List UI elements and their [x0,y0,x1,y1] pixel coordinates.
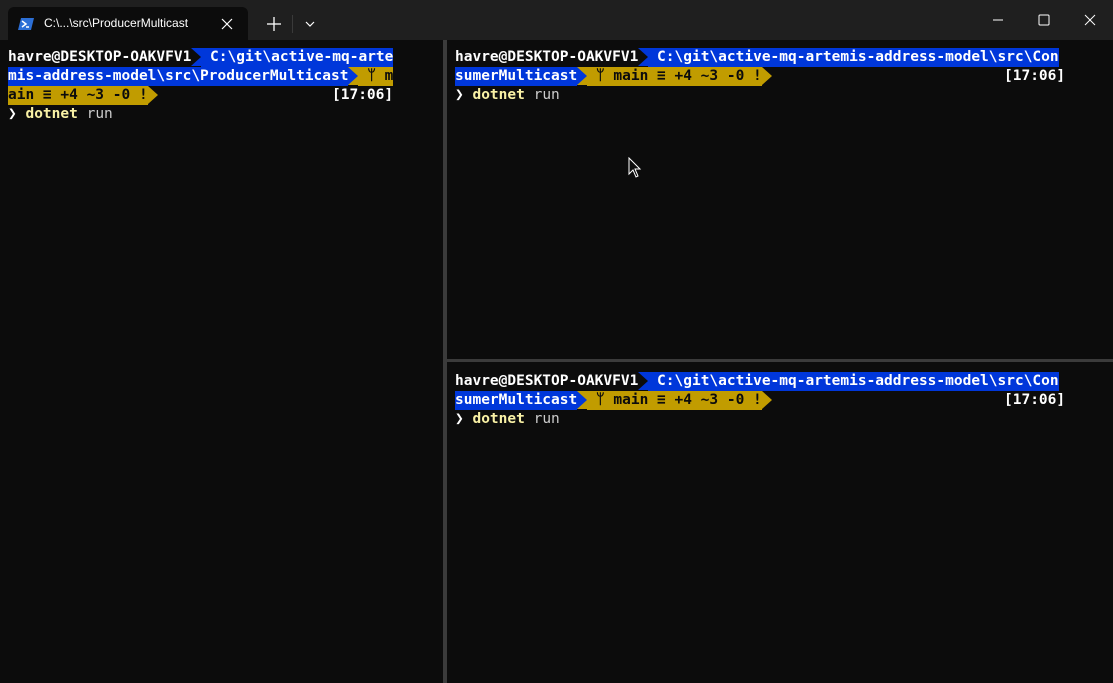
title-bar: C:\...\src\ProducerMulticast [0,0,1113,40]
prompt-git-branch: ᛘ m [358,67,394,86]
segment-separator [761,391,772,409]
prompt-line: havre@DESKTOP-OAKVFV1 C:\git\active-mq-a… [8,48,394,67]
close-window-icon[interactable] [1078,8,1102,32]
segment-separator [577,391,588,409]
tab-separator [292,15,293,33]
command-name: dotnet [472,87,525,103]
segment-separator [191,48,202,66]
prompt-user: havre@DESKTOP-OAKVFV1 [455,49,639,65]
command-line: ❯ dotnet run [455,410,560,429]
prompt-chevron: ❯ [8,106,17,122]
prompt-path: C:\git\active-mq-arte [201,48,394,67]
prompt-user: havre@DESKTOP-OAKVFV1 [455,373,639,389]
minimize-icon[interactable] [986,8,1010,32]
prompt-line: ain ≡ +4 ~3 -0 ! [8,86,158,105]
command-line: ❯ dotnet run [8,105,113,124]
segment-separator [638,48,649,66]
segment-separator [577,67,588,85]
close-tab-icon[interactable] [218,15,236,33]
prompt-line: havre@DESKTOP-OAKVFV1 C:\git\active-mq-a… [455,48,1059,67]
terminal-pane-consumer-1[interactable]: havre@DESKTOP-OAKVFV1 C:\git\active-mq-a… [447,40,1113,359]
prompt-git-status: ᛘ main ≡ +4 ~3 -0 ! [587,391,762,410]
tab-title: C:\...\src\ProducerMulticast [44,16,189,30]
prompt-chevron: ❯ [455,411,464,427]
segment-separator [348,67,359,85]
prompt-path-continued: sumerMulticast [455,391,578,410]
prompt-line: havre@DESKTOP-OAKVFV1 C:\git\active-mq-a… [455,372,1059,391]
maximize-icon[interactable] [1032,8,1056,32]
prompt-time: [17:06] [1004,68,1066,84]
command-argument: run [533,87,560,103]
prompt-path: C:\git\active-mq-artemis-address-model\s… [648,372,1059,391]
chevron-down-icon[interactable] [300,14,320,34]
prompt-path: C:\git\active-mq-artemis-address-model\s… [648,48,1059,67]
terminal-pane-consumer-2[interactable]: havre@DESKTOP-OAKVFV1 C:\git\active-mq-a… [447,362,1113,683]
prompt-line: sumerMulticast ᛘ main ≡ +4 ~3 -0 ! [455,391,772,410]
segment-separator [638,372,649,390]
prompt-git-status: ain ≡ +4 ~3 -0 ! [8,86,148,105]
mouse-cursor-icon [628,157,642,178]
powershell-icon [18,18,34,30]
segment-separator [761,67,772,85]
prompt-line: sumerMulticast ᛘ main ≡ +4 ~3 -0 ! [455,67,772,86]
terminal-pane-producer[interactable]: havre@DESKTOP-OAKVFV1 C:\git\active-mq-a… [0,40,443,683]
prompt-line: mis-address-model\src\ProducerMulticast … [8,67,394,86]
command-argument: run [86,106,113,122]
segment-separator [147,86,158,104]
command-name: dotnet [472,411,525,427]
prompt-user: havre@DESKTOP-OAKVFV1 [8,49,192,65]
prompt-path-continued: mis-address-model\src\ProducerMulticast [8,67,349,86]
command-line: ❯ dotnet run [455,86,560,105]
prompt-path-continued: sumerMulticast [455,67,578,86]
command-argument: run [533,411,560,427]
prompt-time: [17:06] [1004,392,1066,408]
tab-producer-multicast[interactable]: C:\...\src\ProducerMulticast [8,7,248,40]
new-tab-plus-icon[interactable] [262,12,286,36]
prompt-time: [17:06] [332,87,394,103]
command-name: dotnet [25,106,78,122]
prompt-chevron: ❯ [455,87,464,103]
prompt-git-status: ᛘ main ≡ +4 ~3 -0 ! [587,67,762,86]
